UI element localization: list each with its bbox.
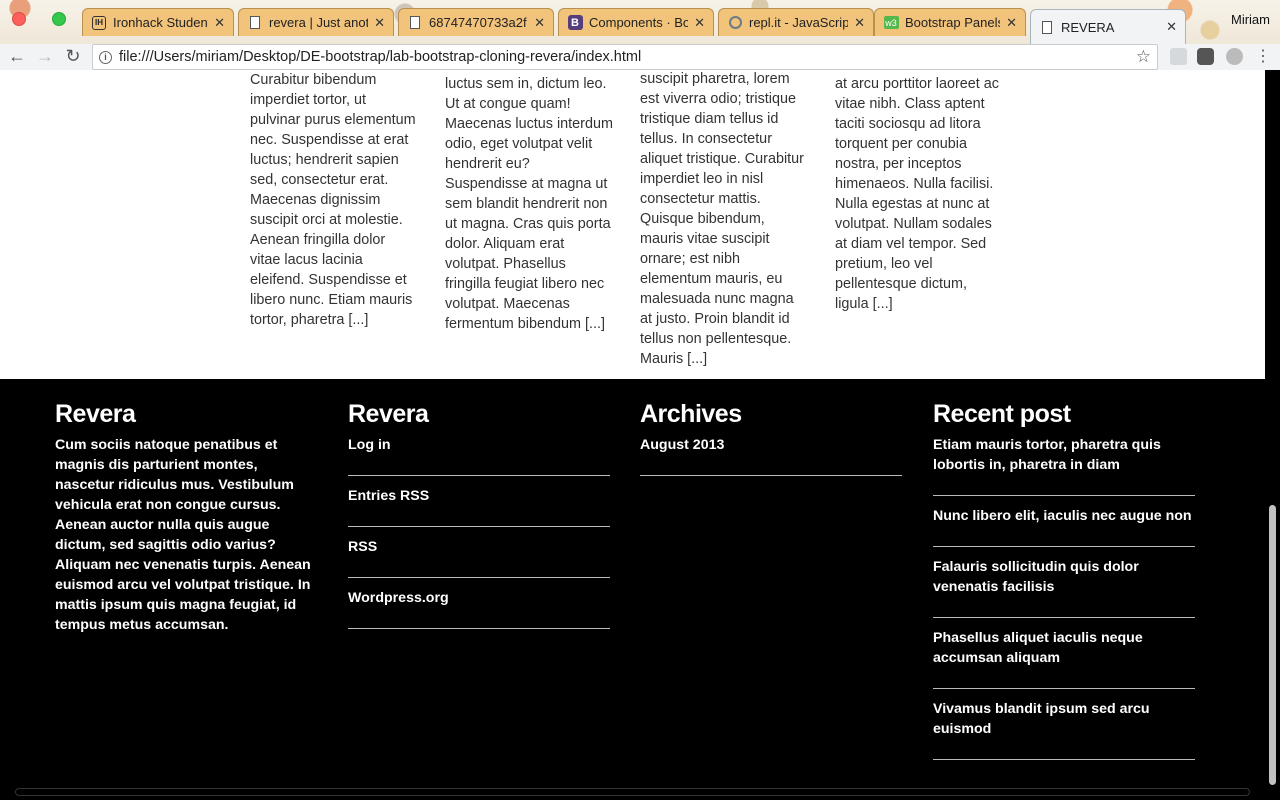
article-excerpt-1: Curabitur bibendum imperdiet tortor, ut … xyxy=(250,72,416,328)
browser-toolbar: ← → ↻ i file:///Users/miriam/Desktop/DE-… xyxy=(0,44,1280,71)
scrollbar-thumb[interactable] xyxy=(1269,505,1276,785)
footer-archives: Archives August 2013 xyxy=(640,399,902,486)
tab-bootstrap-components[interactable]: B Components · Boo ✕ xyxy=(558,8,714,36)
footer-archive-link[interactable]: August 2013 xyxy=(640,435,902,476)
footer-link-entries-rss[interactable]: Entries RSS xyxy=(348,486,610,527)
document-icon xyxy=(247,15,263,31)
tab-title: 68747470733a2f xyxy=(429,15,527,30)
tab-bootstrap-panels[interactable]: w3 Bootstrap Panels ✕ xyxy=(874,8,1026,36)
recent-post-link[interactable]: Etiam mauris tortor, pharetra quis lobor… xyxy=(933,435,1195,496)
document-icon xyxy=(407,15,423,31)
article-excerpt-2: luctus sem in, dictum leo. Ut at congue … xyxy=(445,76,613,332)
reload-icon[interactable]: ↻ xyxy=(62,45,84,67)
replit-icon xyxy=(727,15,743,31)
recent-post-link[interactable]: Nunc libero elit, iaculis nec augue non xyxy=(933,506,1195,547)
footer-meta: Revera Log in Entries RSS RSS Wordpress.… xyxy=(348,399,610,639)
tab-revera-active[interactable]: REVERA ✕ xyxy=(1030,9,1186,44)
document-icon xyxy=(1039,19,1055,35)
tab-title: Components · Boo xyxy=(589,15,689,30)
vertical-scrollbar[interactable] xyxy=(1265,70,1280,800)
bookmark-star-icon[interactable]: ☆ xyxy=(1136,47,1151,67)
maximize-window-button[interactable] xyxy=(52,12,66,26)
back-arrow-icon[interactable]: ← xyxy=(6,45,28,67)
recent-post-link[interactable]: Phasellus aliquet iaculis neque accumsan… xyxy=(933,628,1195,689)
recent-post-link[interactable]: Falauris sollicitudin quis dolor venenat… xyxy=(933,557,1195,618)
footer-about-heading: Revera xyxy=(55,400,136,428)
footer-recent-posts: Recent post Etiam mauris tortor, pharetr… xyxy=(933,399,1195,770)
close-window-button[interactable] xyxy=(12,12,26,26)
footer-link-rss[interactable]: RSS xyxy=(348,537,610,578)
ironhack-icon: IH xyxy=(91,15,107,31)
tab-image[interactable]: 68747470733a2f ✕ xyxy=(398,8,554,36)
recent-post-link[interactable]: Vivamus blandit ipsum sed arcu euismod xyxy=(933,699,1195,760)
url-text[interactable]: file:///Users/miriam/Desktop/DE-bootstra… xyxy=(119,49,1136,65)
menu-dots-icon[interactable]: ⋮ xyxy=(1252,45,1274,67)
site-footer: Revera Cum sociis natoque penatibus et m… xyxy=(0,379,1265,800)
extension-icon[interactable] xyxy=(1170,48,1187,65)
footer-recent-heading: Recent post xyxy=(933,400,1071,428)
tab-title: Bootstrap Panels xyxy=(905,15,1001,30)
close-tab-icon[interactable]: ✕ xyxy=(214,15,225,31)
bootstrap-icon: B xyxy=(567,15,583,31)
tab-revera-wp[interactable]: revera | Just anoth ✕ xyxy=(238,8,394,36)
tab-title: REVERA xyxy=(1061,19,1115,35)
address-bar[interactable]: i file:///Users/miriam/Desktop/DE-bootst… xyxy=(92,44,1158,70)
forward-arrow-icon[interactable]: → xyxy=(34,45,56,67)
tab-strip: IH Ironhack Student P ✕ revera | Just an… xyxy=(0,0,1280,44)
close-tab-icon[interactable]: ✕ xyxy=(374,15,385,31)
close-tab-icon[interactable]: ✕ xyxy=(1006,15,1017,31)
article-excerpt-4: at arcu porttitor laoreet ac vitae nibh.… xyxy=(835,76,999,312)
profile-name[interactable]: Miriam xyxy=(1231,12,1270,27)
tab-title: revera | Just anoth xyxy=(269,15,369,30)
close-tab-icon[interactable]: ✕ xyxy=(534,15,545,31)
tab-title: repl.it - JavaScrip xyxy=(749,15,849,30)
article-excerpt-3: suscipit pharetra, lorem est viverra odi… xyxy=(640,71,804,367)
footer-link-login[interactable]: Log in xyxy=(348,435,610,476)
footer-link-wordpress[interactable]: Wordpress.org xyxy=(348,588,610,629)
info-icon[interactable]: i xyxy=(99,50,112,64)
close-tab-icon[interactable]: ✕ xyxy=(694,15,705,31)
extension-circle-icon[interactable] xyxy=(1226,48,1243,65)
tab-ironhack[interactable]: IH Ironhack Student P ✕ xyxy=(82,8,234,36)
footer-about-text: Cum sociis natoque penatibus et magnis d… xyxy=(55,437,311,633)
close-tab-icon[interactable]: ✕ xyxy=(854,15,865,31)
close-tab-icon[interactable]: ✕ xyxy=(1166,19,1177,35)
page-viewport: Curabitur bibendum imperdiet tortor, ut … xyxy=(0,70,1265,800)
tab-replit[interactable]: repl.it - JavaScrip ✕ xyxy=(718,8,874,36)
footer-archives-heading: Archives xyxy=(640,400,742,428)
panels-icon: w3 xyxy=(883,16,899,29)
horizontal-scrollbar[interactable] xyxy=(15,788,1250,796)
tab-title: Ironhack Student P xyxy=(113,15,209,30)
pocket-icon[interactable] xyxy=(1197,48,1214,65)
footer-about: Revera Cum sociis natoque penatibus et m… xyxy=(55,399,317,635)
footer-meta-heading: Revera xyxy=(348,400,429,428)
